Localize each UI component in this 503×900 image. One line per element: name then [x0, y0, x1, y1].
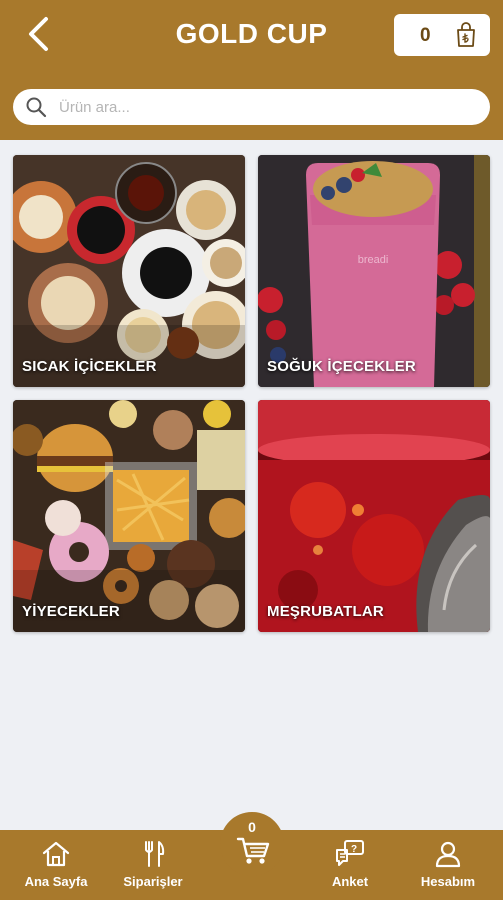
nav-item-survey[interactable]: ? Anket — [305, 838, 395, 896]
app-header: GOLD CUP 0 — [0, 0, 503, 140]
basket-button[interactable]: 0 — [394, 14, 490, 56]
food-image — [13, 400, 245, 632]
search-bar — [13, 89, 490, 125]
nav-label: Ana Sayfa — [24, 874, 88, 889]
shopping-bag-lira-icon — [457, 22, 475, 47]
category-card-cold-drinks[interactable]: breadi SOĞUK İÇECEKLER — [258, 155, 490, 387]
nav-label: Siparişler — [123, 874, 183, 889]
cart-count: 0 — [248, 819, 256, 835]
search-icon — [26, 97, 47, 118]
basket-count: 0 — [420, 25, 431, 46]
nav-label: Anket — [331, 874, 369, 889]
category-card-food[interactable]: YİYECEKLER — [13, 400, 245, 632]
home-icon — [42, 841, 70, 867]
search-input[interactable] — [59, 93, 479, 121]
soft-drinks-image — [258, 400, 490, 632]
category-label: SOĞUK İÇECEKLER — [267, 358, 416, 375]
cart-button[interactable]: 0 — [220, 812, 284, 876]
svg-text:?: ? — [351, 844, 357, 855]
hot-drinks-image — [13, 155, 245, 387]
category-label: YİYECEKLER — [22, 603, 120, 620]
nav-item-orders[interactable]: Siparişler — [108, 838, 198, 896]
category-label: SICAK İÇİCEKLER — [22, 358, 157, 375]
user-icon — [435, 841, 461, 868]
nav-label: Hesabım — [420, 874, 476, 889]
cold-drinks-image: breadi — [258, 155, 490, 387]
category-card-soft-drinks[interactable]: MEŞRUBATLAR — [258, 400, 490, 632]
category-card-hot-drinks[interactable]: SICAK İÇİCEKLER — [13, 155, 245, 387]
shopping-cart-icon — [236, 837, 270, 864]
category-label: MEŞRUBATLAR — [267, 603, 384, 620]
survey-chat-icon: ? — [336, 840, 364, 866]
nav-item-account[interactable]: Hesabım — [403, 838, 493, 896]
fork-knife-icon — [145, 841, 165, 867]
nav-item-home[interactable]: Ana Sayfa — [11, 838, 101, 896]
svg-text:breadi: breadi — [358, 254, 389, 266]
